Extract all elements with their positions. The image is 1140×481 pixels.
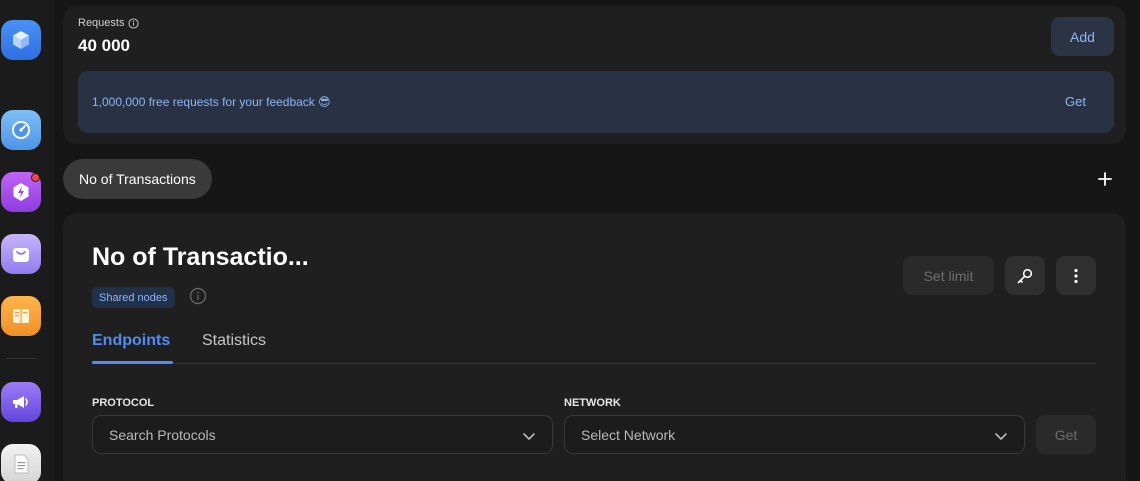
sidebar-app-book[interactable] [1,296,41,336]
sidebar-app-megaphone[interactable] [1,382,41,422]
tab-statistics[interactable]: Statistics [202,332,266,350]
sidebar-app-document[interactable] [1,444,41,481]
lightning-icon [13,183,29,201]
requests-card: Requests 40 000 Add 1,000,000 free reque… [63,6,1126,144]
add-requests-button[interactable]: Add [1051,17,1114,56]
info-icon[interactable] [189,287,207,305]
sidebar-app-lightning[interactable] [1,172,41,212]
requests-label: Requests [78,17,125,29]
project-tab-pill[interactable]: No of Transactions [63,159,212,199]
shared-nodes-badge: Shared nodes [92,287,175,308]
more-vertical-icon [1074,268,1078,283]
set-limit-button[interactable]: Set limit [903,256,994,295]
project-tabs: Endpoints Statistics [92,330,1096,364]
plus-icon [1098,172,1112,186]
chevron-down-icon [523,433,535,440]
protocol-placeholder: Search Protocols [109,426,216,443]
protocol-label: PROTOCOL [92,397,155,409]
project-title: No of Transactio... [92,243,309,271]
info-icon[interactable] [128,17,140,29]
sidebar [0,0,54,481]
network-label: NETWORK [564,397,621,409]
notification-dot [31,173,40,182]
document-icon [14,454,29,474]
chevron-down-icon [995,433,1007,440]
feedback-promo-banner: 1,000,000 free requests for your feedbac… [78,71,1114,133]
api-key-button[interactable] [1005,256,1045,295]
speedometer-icon [12,121,30,139]
key-icon [1017,268,1033,283]
more-options-button[interactable] [1056,256,1096,295]
promo-text: 1,000,000 free requests for your feedbac… [92,95,331,109]
get-endpoint-button[interactable]: Get [1036,415,1096,454]
megaphone-icon [13,396,28,408]
project-card: No of Transactio... Shared nodes Set lim… [63,213,1126,481]
network-select[interactable]: Select Network [564,415,1025,454]
network-placeholder: Select Network [581,426,676,443]
sidebar-app-bag[interactable] [1,234,41,274]
sidebar-app-speed[interactable] [1,110,41,150]
protocol-select[interactable]: Search Protocols [92,415,553,454]
book-icon [13,309,29,323]
promo-get-button[interactable]: Get [1065,94,1086,109]
active-tab-indicator [92,361,173,364]
sidebar-divider [6,358,36,359]
requests-value: 40 000 [78,36,130,55]
requests-label-row: Requests [78,17,140,29]
tab-endpoints[interactable]: Endpoints [92,332,170,350]
add-project-button[interactable] [1094,168,1116,190]
sidebar-app-cube[interactable] [1,20,41,60]
cube-icon [13,31,29,49]
bag-icon [13,248,29,262]
